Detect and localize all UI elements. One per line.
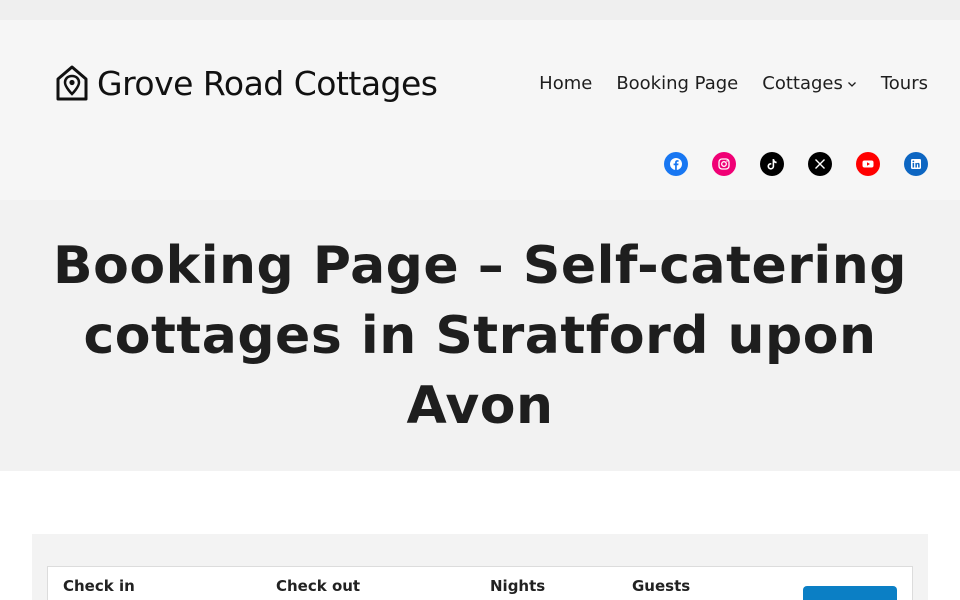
x-glyph	[815, 159, 825, 169]
nav-item-label: Cottages	[762, 73, 843, 94]
instagram-icon[interactable]	[712, 152, 736, 176]
top-strip	[0, 0, 960, 20]
site-header: Grove Road Cottages Home Booking Page Co…	[0, 20, 960, 200]
page-title: Booking Page – Self-catering cottages in…	[53, 235, 907, 436]
social-links	[664, 152, 928, 176]
booking-widget: Check in Check out Nights Guests	[32, 534, 928, 600]
check-out-label: Check out	[276, 577, 361, 595]
instagram-glyph	[718, 158, 730, 170]
nights-label: Nights	[490, 577, 546, 595]
linkedin-glyph	[911, 159, 921, 169]
facebook-icon[interactable]	[664, 152, 688, 176]
nav-item-home[interactable]: Home	[539, 72, 592, 96]
nav-item-tours[interactable]: Tours	[881, 72, 928, 96]
nav-item-label: Booking Page	[616, 73, 739, 94]
page-hero: Booking Page – Self-catering cottages in…	[0, 200, 960, 471]
book-button[interactable]	[803, 586, 897, 600]
nav-item-booking-page[interactable]: Booking Page	[616, 72, 738, 96]
nav-item-label: Home	[539, 73, 593, 94]
main-navigation: Home Booking Page Cottages Tours	[539, 72, 928, 96]
check-in-label: Check in	[63, 577, 135, 595]
youtube-icon[interactable]	[856, 152, 880, 176]
facebook-glyph	[670, 158, 682, 170]
youtube-glyph	[862, 160, 874, 168]
nav-item-label: Tours	[880, 73, 928, 94]
tiktok-glyph	[767, 159, 777, 170]
x-icon[interactable]	[808, 152, 832, 176]
site-title: Grove Road Cottages	[97, 64, 438, 103]
chevron-down-icon[interactable]	[847, 79, 857, 89]
guests-label: Guests	[632, 577, 691, 595]
house-pin-icon	[56, 65, 88, 101]
tiktok-icon[interactable]	[760, 152, 784, 176]
booking-form: Check in Check out Nights Guests	[47, 566, 913, 600]
nav-item-cottages[interactable]: Cottages	[762, 72, 857, 96]
linkedin-icon[interactable]	[904, 152, 928, 176]
site-logo-link[interactable]: Grove Road Cottages	[55, 64, 438, 104]
